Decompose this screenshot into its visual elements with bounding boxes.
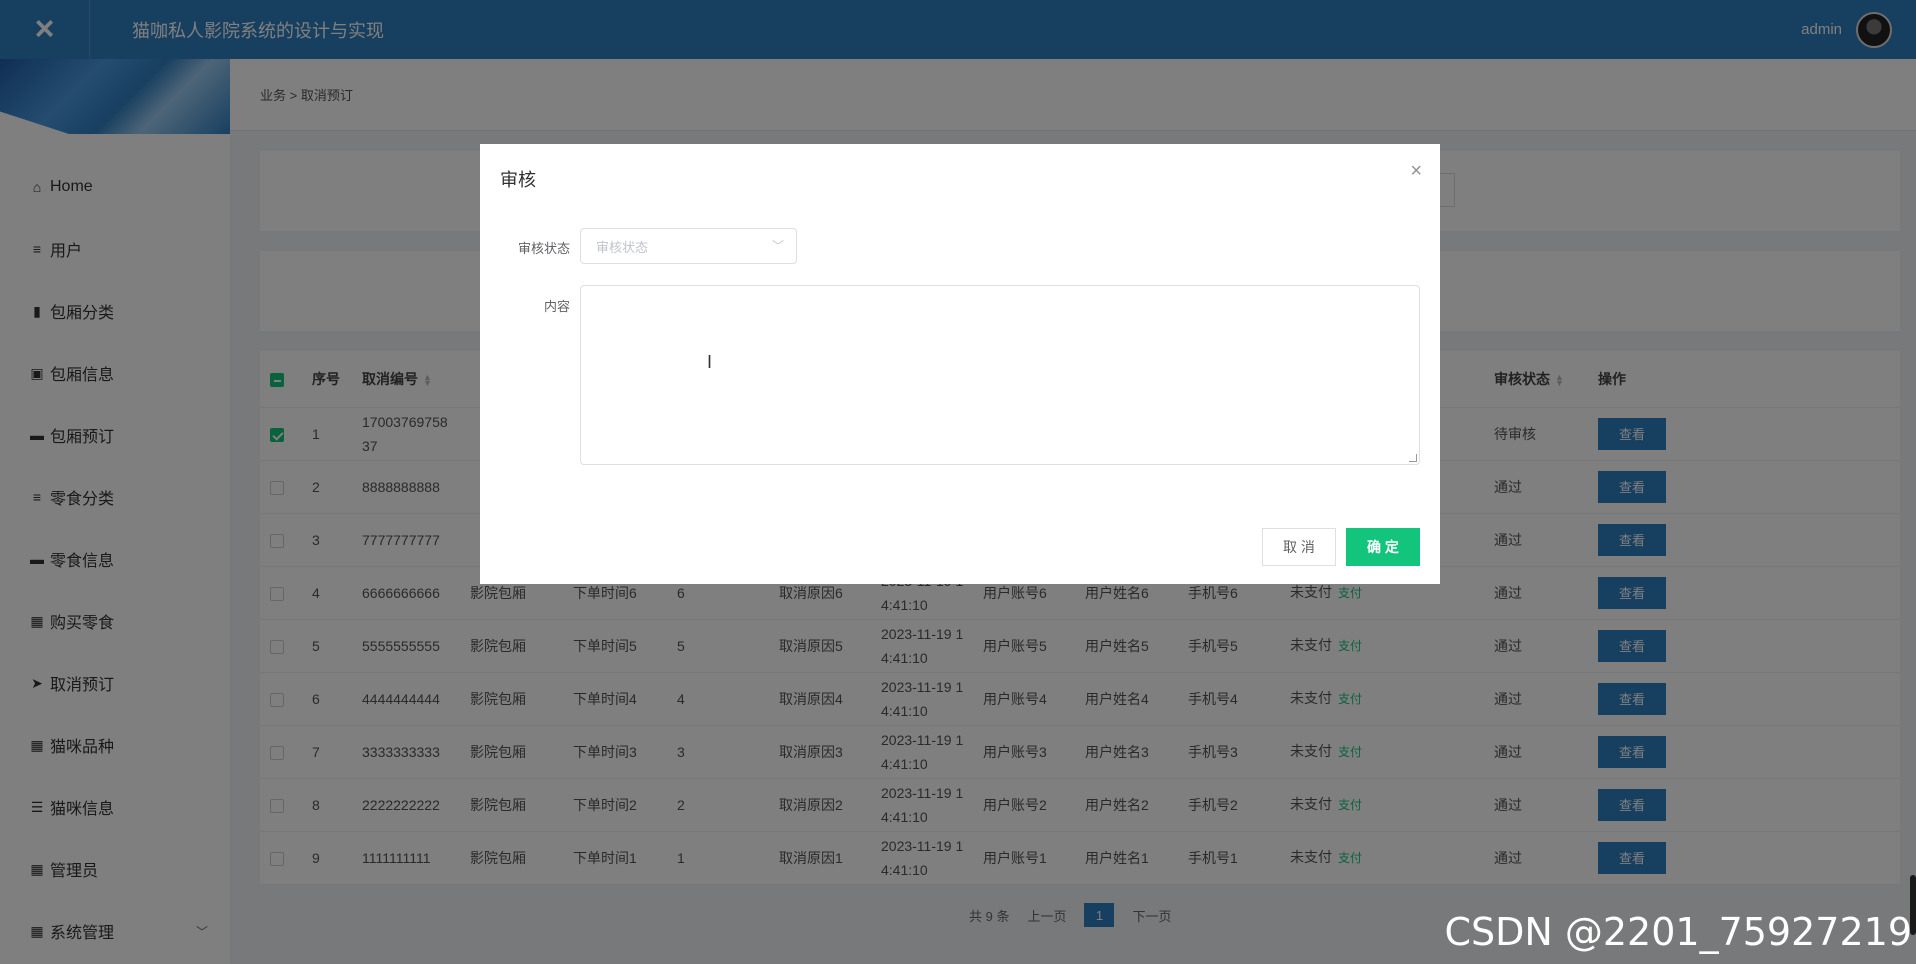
dialog-title: 审核: [500, 170, 536, 190]
select-placeholder: 审核状态: [596, 239, 649, 255]
review-dialog: 审核 × 审核状态 审核状态 ﹀ 内容 I 取 消 确 定: [480, 144, 1440, 584]
confirm-button[interactable]: 确 定: [1346, 528, 1420, 566]
watermark: CSDN @2201_75927219: [1444, 910, 1912, 954]
content-label: 内容: [543, 299, 570, 314]
resize-handle[interactable]: [1409, 454, 1417, 462]
review-status-select[interactable]: 审核状态 ﹀: [580, 228, 797, 264]
status-label: 审核状态: [517, 241, 570, 256]
text-cursor-icon: I: [707, 352, 713, 372]
cancel-button[interactable]: 取 消: [1262, 528, 1336, 566]
content-textarea[interactable]: I: [580, 285, 1420, 465]
close-icon[interactable]: ×: [1410, 160, 1422, 183]
chevron-down-icon: ﹀: [771, 239, 784, 253]
